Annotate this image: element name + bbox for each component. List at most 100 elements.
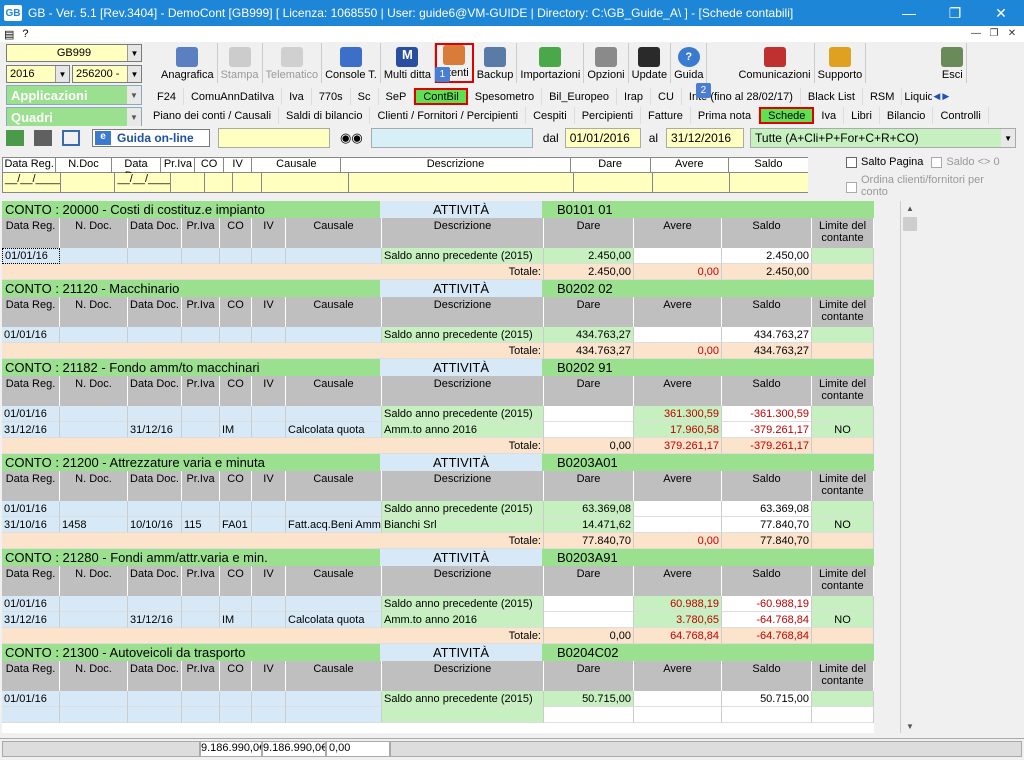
telematico-button[interactable]: Telematico <box>263 43 323 83</box>
tab-sc[interactable]: Sc <box>351 88 379 105</box>
doc-menu-icon[interactable]: ▤ <box>0 28 18 41</box>
search-field-2[interactable] <box>370 128 533 148</box>
minimize-icon[interactable]: — <box>886 0 932 26</box>
table-row[interactable]: 01/01/16 Saldo anno precedente (2015) 434.… <box>2 327 874 343</box>
tab-schede[interactable]: Schede <box>759 107 815 124</box>
supporto-button[interactable]: Supporto <box>815 43 867 83</box>
date-to-field[interactable]: 31/12/2016 <box>666 128 745 148</box>
tab-piano-conti[interactable]: Piano dei conti / Causali <box>146 107 280 124</box>
menu-help[interactable]: ? <box>18 28 32 40</box>
table-cell: -361.300,59 <box>722 406 812 422</box>
filter-input[interactable] <box>573 173 653 193</box>
filter-input[interactable] <box>652 173 730 193</box>
anagrafica-button[interactable]: Anagrafica <box>158 43 218 83</box>
mdi-close-icon[interactable]: ✕ <box>1004 26 1020 41</box>
vertical-scrollbar[interactable]: ▲ ▼ <box>900 201 918 733</box>
chevron-down-icon[interactable]: ▼ <box>127 45 141 61</box>
tab-clienti-fornitori[interactable]: Clienti / Fornitori / Percipienti <box>370 107 527 124</box>
filter-input[interactable] <box>348 173 574 193</box>
tab-scroll-left-icon[interactable]: ◀ <box>932 88 941 105</box>
scroll-down-icon[interactable]: ▼ <box>901 719 919 733</box>
ordina-checkbox[interactable]: Ordina clienti/fornitori per conto <box>846 174 1021 198</box>
tab-libri[interactable]: Libri <box>844 107 880 124</box>
tab-770s[interactable]: 770s <box>312 88 351 105</box>
tab-saldi-bilancio[interactable]: Saldi di bilancio <box>279 107 371 124</box>
table-row[interactable]: 01/01/16 Saldo anno precedente (2015) 63.3… <box>2 501 874 517</box>
multiditta-button[interactable]: M Multi ditta <box>381 43 435 83</box>
chevron-down-icon[interactable]: ▼ <box>127 66 141 82</box>
backup-button[interactable]: Backup <box>474 43 518 83</box>
stampa-button[interactable]: Stampa <box>218 43 263 83</box>
tab-sep[interactable]: SeP <box>379 88 415 105</box>
tab-blacklist[interactable]: Black List <box>801 88 863 105</box>
tab-fatture[interactable]: Fatture <box>641 107 691 124</box>
tab-liquid[interactable]: Liquid <box>902 88 932 105</box>
search-field-1[interactable] <box>218 128 330 148</box>
tab-bilancio[interactable]: Bilancio <box>880 107 934 124</box>
mdi-restore-icon[interactable]: ❐ <box>986 26 1002 41</box>
table-row[interactable]: 01/01/16 Saldo anno precedente (2015) 50.7… <box>2 691 874 707</box>
export-icon[interactable] <box>6 130 24 146</box>
maximize-icon[interactable]: ❐ <box>932 0 978 26</box>
chevron-down-icon[interactable]: ▼ <box>127 86 141 104</box>
comunicazioni-button[interactable]: Comunicazioni <box>735 43 815 83</box>
chevron-down-icon[interactable]: ▼ <box>55 66 69 82</box>
tab-iva-sub[interactable]: Iva <box>814 107 845 124</box>
tab-comuanndatiiva[interactable]: ComuAnnDatiIva <box>184 88 283 105</box>
salto-pagina-checkbox[interactable]: Salto Pagina <box>846 156 923 168</box>
scroll-thumb[interactable] <box>903 217 917 231</box>
filter-input[interactable] <box>203 173 233 193</box>
table-row[interactable]: 01/01/16 Saldo anno precedente (2015) 361.… <box>2 406 874 422</box>
filter-input[interactable]: __/__/____ <box>114 173 173 193</box>
table-row[interactable]: 01/01/16 Saldo anno precedente (2015) 60.9… <box>2 596 874 612</box>
guida-button[interactable]: ? Guida <box>671 43 708 83</box>
filter-input[interactable] <box>232 173 261 193</box>
close-icon[interactable]: ✕ <box>978 0 1024 26</box>
utenti-button[interactable]: Utenti 1 <box>434 43 474 83</box>
chevron-down-icon[interactable]: ▼ <box>127 108 141 126</box>
tab-cu[interactable]: CU <box>651 88 682 105</box>
mdi-minimize-icon[interactable]: — <box>968 26 984 41</box>
table-row[interactable]: 31/10/16 1458 10/10/16 115 FA01 Fatt.acq.Beni… <box>2 517 874 533</box>
binoculars-icon[interactable]: ◉◉ <box>340 130 363 146</box>
quadri-select[interactable]: Quadri ▼ <box>6 107 142 127</box>
table-row[interactable]: 31/12/16 31/12/16 IM Calcolata quota Amm.to … <box>2 422 874 438</box>
tab-controlli[interactable]: Controlli <box>933 107 989 124</box>
grid-icon[interactable] <box>62 130 80 146</box>
opzioni-button[interactable]: Opzioni <box>584 43 629 83</box>
esci-button[interactable]: Esci <box>938 43 968 83</box>
code-select[interactable]: 256200 - ▼ <box>72 65 142 83</box>
tab-iva[interactable]: Iva <box>282 88 312 105</box>
update-button[interactable]: Update <box>629 43 672 83</box>
tab-intento[interactable]: Inte (fino al 28/02/17)2 <box>682 83 801 105</box>
saldo-nonzero-checkbox[interactable]: Saldo <> 0 <box>931 156 1000 168</box>
scroll-up-icon[interactable]: ▲ <box>901 201 919 215</box>
filter-input[interactable] <box>260 173 349 193</box>
filter-input[interactable]: __/__/____ <box>2 173 61 193</box>
tab-rsm[interactable]: RSM <box>863 88 903 105</box>
tab-f24[interactable]: F24 <box>150 88 184 105</box>
account-filter-select[interactable]: Tutte (A+Cli+P+For+C+R+CO) ▼ <box>750 128 1017 148</box>
chevron-down-icon[interactable]: ▼ <box>1001 129 1016 147</box>
console-button[interactable]: Console T. <box>322 43 381 83</box>
tab-spesometro[interactable]: Spesometro <box>468 88 543 105</box>
tab-scroll-right-icon[interactable]: ▶ <box>941 88 950 105</box>
year-select[interactable]: 2016 ▼ <box>6 65 70 83</box>
filter-input[interactable] <box>170 173 204 193</box>
tab-cespiti[interactable]: Cespiti <box>526 107 575 124</box>
applicazioni-select[interactable]: Applicazioni ▼ <box>6 85 142 105</box>
importazioni-button[interactable]: Importazioni <box>517 43 585 83</box>
tab-bil-europeo[interactable]: Bil_Europeo <box>542 88 618 105</box>
date-from-field[interactable]: 01/01/2016 <box>564 128 641 148</box>
filter-input[interactable] <box>60 173 115 193</box>
table-row[interactable]: 31/12/16 31/12/16 IM Calcolata quota Amm.to … <box>2 612 874 628</box>
tab-percipienti[interactable]: Percipienti <box>575 107 642 124</box>
guida-online-button[interactable]: e Guida on-line <box>92 129 210 147</box>
tab-irap[interactable]: Irap <box>617 88 651 105</box>
tab-contbil[interactable]: ContBil <box>414 88 468 105</box>
tab-prima-nota[interactable]: Prima nota <box>691 107 760 124</box>
printer-icon[interactable] <box>34 130 52 146</box>
company-select[interactable]: GB999 ▼ <box>6 44 142 62</box>
table-row[interactable]: 01/01/16 Saldo anno precedente (2015) 2.45… <box>2 248 874 264</box>
filter-input[interactable] <box>729 173 808 193</box>
